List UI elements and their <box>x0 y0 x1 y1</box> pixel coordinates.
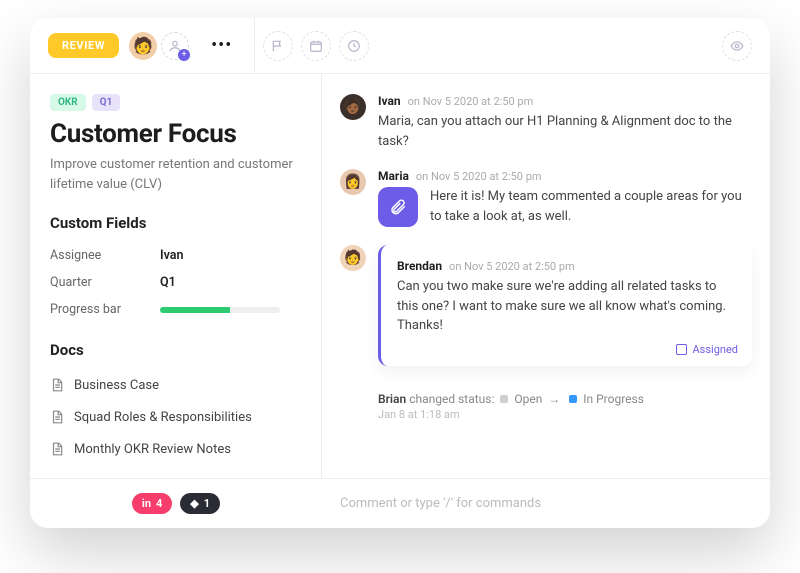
tag-row: OKR Q1 <box>50 94 301 111</box>
document-icon <box>50 409 64 425</box>
watch-button[interactable] <box>722 31 752 61</box>
activity-panel: 🧑🏾 Ivan on Nov 5 2020 at 2:50 pm Maria, … <box>322 74 770 478</box>
doc-item[interactable]: Monthly OKR Review Notes <box>50 433 301 465</box>
status-change-event: Brian changed status: Open → In Progress <box>378 392 752 406</box>
comment: 👩 Maria on Nov 5 2020 at 2:50 pm Here it… <box>340 169 752 227</box>
more-menu-button[interactable]: ••• <box>211 35 232 56</box>
page-subtitle: Improve customer retention and customer … <box>50 155 300 194</box>
date-button[interactable] <box>301 31 331 61</box>
checkbox-icon <box>676 344 687 355</box>
footer-pills: in 4 ◆ 1 <box>30 493 322 514</box>
calendar-icon <box>309 39 323 53</box>
comment-author: Ivan <box>378 94 401 108</box>
progress-fill <box>160 307 230 313</box>
figma-icon: ◆ <box>190 497 198 510</box>
assigned-checkbox[interactable]: Assigned <box>676 343 739 356</box>
status-to: In Progress <box>583 392 644 406</box>
doc-item[interactable]: Squad Roles & Responsibilities <box>50 401 301 433</box>
comment-author: Maria <box>378 169 409 183</box>
avatar[interactable]: 👩 <box>340 169 366 195</box>
page-title: Customer Focus <box>50 119 301 149</box>
field-value: Q1 <box>160 275 176 290</box>
avatar[interactable]: 🧑 <box>340 245 366 271</box>
topbar: REVIEW 🧑 + ••• <box>30 18 770 74</box>
status-dot-open <box>500 395 508 403</box>
status-timestamp: Jan 8 at 1:18 am <box>378 408 752 421</box>
comment-text: Here it is! My team commented a couple a… <box>430 187 752 226</box>
comment-timestamp: on Nov 5 2020 at 2:50 pm <box>449 260 575 273</box>
doc-label: Squad Roles & Responsibilities <box>74 410 252 425</box>
field-label: Progress bar <box>50 302 160 317</box>
paperclip-icon <box>389 198 407 216</box>
eye-icon <box>730 39 744 53</box>
doc-label: Monthly OKR Review Notes <box>74 442 231 457</box>
progress-bar <box>160 307 280 313</box>
field-progress[interactable]: Progress bar <box>50 296 301 323</box>
avatar[interactable]: 🧑🏾 <box>340 94 366 120</box>
assigned-label: Assigned <box>693 343 739 356</box>
status-from: Open <box>514 392 542 406</box>
field-quarter[interactable]: Quarter Q1 <box>50 269 301 296</box>
body: OKR Q1 Customer Focus Improve customer r… <box>30 74 770 478</box>
integration-pill-figma[interactable]: ◆ 1 <box>180 493 220 514</box>
comment-timestamp: on Nov 5 2020 at 2:50 pm <box>416 170 542 183</box>
clock-icon <box>347 39 361 53</box>
integration-pill-linkedin[interactable]: in 4 <box>132 493 172 514</box>
app-window: REVIEW 🧑 + ••• OKR Q1 <box>30 18 770 528</box>
left-panel: OKR Q1 Customer Focus Improve customer r… <box>30 74 322 478</box>
docs-heading: Docs <box>50 341 301 359</box>
comment-assigned: 🧑 Brendan on Nov 5 2020 at 2:50 pm Can y… <box>340 245 752 366</box>
field-value: Ivan <box>160 248 183 263</box>
add-assignee-button[interactable]: + <box>161 32 189 60</box>
field-label: Assignee <box>50 248 160 263</box>
status-badge-review[interactable]: REVIEW <box>48 33 119 58</box>
field-label: Quarter <box>50 275 160 290</box>
status-dot-inprogress <box>569 395 577 403</box>
time-button[interactable] <box>339 31 369 61</box>
document-icon <box>50 441 64 457</box>
linkedin-icon: in <box>142 497 151 510</box>
field-assignee[interactable]: Assignee Ivan <box>50 242 301 269</box>
comment-timestamp: on Nov 5 2020 at 2:50 pm <box>408 95 534 108</box>
flag-button[interactable] <box>263 31 293 61</box>
pill-count: 4 <box>156 497 162 510</box>
status-actor: Brian <box>378 392 406 406</box>
comment-card: Brendan on Nov 5 2020 at 2:50 pm Can you… <box>378 245 752 366</box>
docs-section: Docs Business Case Squad Roles & Respons… <box>50 341 301 465</box>
tag-q1[interactable]: Q1 <box>92 94 121 111</box>
plus-icon: + <box>178 49 190 61</box>
divider <box>254 18 255 73</box>
assignee-avatars: 🧑 + <box>129 32 189 60</box>
doc-label: Business Case <box>74 378 159 393</box>
tag-okr[interactable]: OKR <box>50 94 86 111</box>
document-icon <box>50 377 64 393</box>
footer: in 4 ◆ 1 Comment or type '/' for command… <box>30 478 770 528</box>
comment: 🧑🏾 Ivan on Nov 5 2020 at 2:50 pm Maria, … <box>340 94 752 151</box>
pill-count: 1 <box>204 497 210 510</box>
comment-author: Brendan <box>397 259 442 273</box>
custom-fields-heading: Custom Fields <box>50 214 301 232</box>
comment-text: Maria, can you attach our H1 Planning & … <box>378 112 752 151</box>
attachment-button[interactable] <box>378 187 418 227</box>
doc-item[interactable]: Business Case <box>50 369 301 401</box>
status-verb: changed status: <box>409 392 494 406</box>
comment-input[interactable]: Comment or type '/' for commands <box>322 496 770 511</box>
avatar-user[interactable]: 🧑 <box>129 32 157 60</box>
flag-icon <box>271 39 285 53</box>
